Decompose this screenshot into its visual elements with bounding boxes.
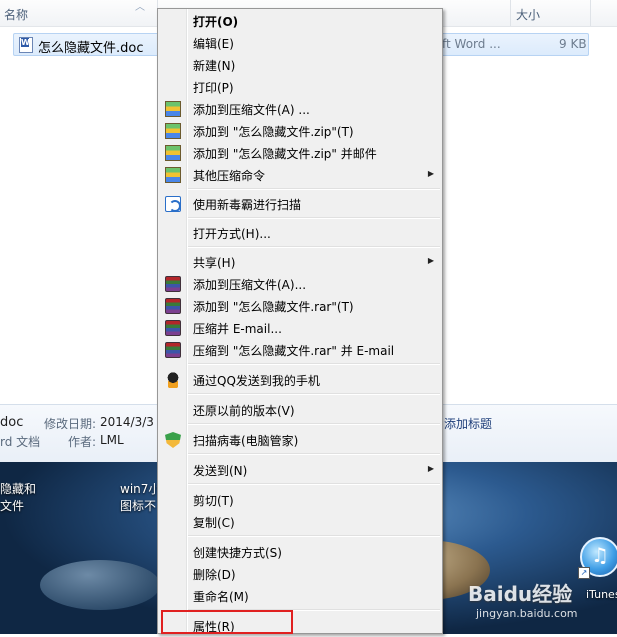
details-author-label: 作者: <box>68 435 97 449</box>
qq-penguin-icon <box>165 372 181 388</box>
details-modified-value: 2014/3/3 <box>100 415 154 429</box>
desktop-icon-label[interactable]: 图标不 <box>120 497 156 514</box>
menu-item-label: 打印(P) <box>193 81 234 95</box>
menu-separator <box>188 188 440 190</box>
menu-item-label: 压缩到 "怎么隐藏文件.rar" 并 E-mail <box>193 344 395 358</box>
menu-item-add-to-named-zip[interactable]: 添加到 "怎么隐藏文件.zip"(T) <box>160 120 440 142</box>
winrar-icon <box>165 342 181 358</box>
menu-item-add-to-rar[interactable]: 添加到压缩文件(A)... <box>160 273 440 295</box>
menu-item-label: 还原以前的版本(V) <box>193 404 295 418</box>
menu-item-open-with[interactable]: 打开方式(H)... <box>160 222 440 244</box>
zip-archive-icon <box>165 167 181 183</box>
watermark-url: jingyan.baidu.com <box>476 607 578 620</box>
file-name: 怎么隐藏文件.doc <box>38 41 144 56</box>
context-menu: 打开(O) 编辑(E) 新建(N) 打印(P) 添加到压缩文件(A) ... 添… <box>157 8 443 634</box>
menu-item-restore-versions[interactable]: 还原以前的版本(V) <box>160 399 440 421</box>
menu-separator <box>188 363 440 365</box>
pc-manager-shield-icon <box>165 432 181 448</box>
menu-item-rar-and-email[interactable]: 压缩并 E-mail... <box>160 317 440 339</box>
menu-item-add-to-zip[interactable]: 添加到压缩文件(A) ... <box>160 98 440 120</box>
menu-item-label: 添加到 "怎么隐藏文件.rar"(T) <box>193 300 354 314</box>
winrar-icon <box>165 276 181 292</box>
menu-item-create-shortcut[interactable]: 创建快捷方式(S) <box>160 541 440 563</box>
menu-separator <box>188 453 440 455</box>
menu-separator <box>188 246 440 248</box>
desktop-wallpaper-rock <box>40 560 160 610</box>
menu-item-label: 添加到 "怎么隐藏文件.zip" 并邮件 <box>193 147 377 161</box>
sort-arrow-icon: ︿ <box>135 2 145 13</box>
word-document-icon <box>19 37 33 53</box>
desktop-icon-label[interactable]: 文件 <box>0 497 24 514</box>
winrar-icon <box>165 298 181 314</box>
shortcut-arrow-icon: ↗ <box>578 567 590 579</box>
antivirus-icon <box>165 196 181 212</box>
zip-archive-icon <box>165 123 181 139</box>
menu-separator <box>188 217 440 219</box>
menu-item-label: 发送到(N) <box>193 464 248 478</box>
file-size: 9 KB <box>559 37 587 51</box>
desktop-icon-label[interactable]: 隐藏和 <box>0 480 36 497</box>
menu-separator <box>188 535 440 537</box>
menu-item-send-to[interactable]: 发送到(N) ▶ <box>160 459 440 481</box>
details-author-value[interactable]: LML <box>100 433 124 447</box>
menu-item-share[interactable]: 共享(H) ▶ <box>160 251 440 273</box>
menu-item-qq-send[interactable]: 通过QQ发送到我的手机 <box>160 369 440 391</box>
details-file-name: doc <box>0 415 24 430</box>
submenu-arrow-icon: ▶ <box>427 256 434 265</box>
submenu-arrow-icon: ▶ <box>427 464 434 473</box>
menu-item-cut[interactable]: 剪切(T) <box>160 489 440 511</box>
menu-item-label: 新建(N) <box>193 59 236 73</box>
menu-item-label: 打开(O) <box>193 15 239 29</box>
column-header-name[interactable]: 名称 <box>4 6 28 23</box>
menu-item-duba-scan[interactable]: 使用新毒霸进行扫描 <box>160 193 440 215</box>
menu-item-label: 添加到 "怎么隐藏文件.zip"(T) <box>193 125 354 139</box>
menu-item-label: 打开方式(H)... <box>193 227 271 241</box>
menu-item-zip-and-email[interactable]: 添加到 "怎么隐藏文件.zip" 并邮件 <box>160 142 440 164</box>
menu-item-copy[interactable]: 复制(C) <box>160 511 440 533</box>
menu-item-edit[interactable]: 编辑(E) <box>160 32 440 54</box>
menu-item-label: 扫描病毒(电脑管家) <box>193 434 299 448</box>
menu-item-label: 其他压缩命令 <box>193 169 266 183</box>
menu-item-label: 压缩并 E-mail... <box>193 322 282 336</box>
menu-separator <box>188 393 440 395</box>
menu-item-label: 添加到压缩文件(A)... <box>193 278 307 292</box>
menu-item-print[interactable]: 打印(P) <box>160 76 440 98</box>
properties-highlight-box <box>161 610 293 634</box>
file-type: ft Word ... <box>442 37 501 51</box>
menu-item-label: 删除(D) <box>193 568 236 582</box>
column-divider[interactable] <box>590 0 591 26</box>
menu-item-label: 添加到压缩文件(A) ... <box>193 103 310 117</box>
itunes-label[interactable]: iTunes <box>586 588 617 601</box>
menu-separator <box>188 423 440 425</box>
details-tags-field[interactable]: 添加标题 <box>444 415 492 432</box>
zip-archive-icon <box>165 101 181 117</box>
menu-item-label: 复制(C) <box>193 516 235 530</box>
submenu-arrow-icon: ▶ <box>427 169 434 178</box>
menu-item-add-to-named-rar[interactable]: 添加到 "怎么隐藏文件.rar"(T) <box>160 295 440 317</box>
details-modified-label: 修改日期: <box>44 417 97 431</box>
column-header-size[interactable]: 大小 <box>516 6 540 23</box>
menu-item-pc-manager-scan[interactable]: 扫描病毒(电脑管家) <box>160 429 440 451</box>
menu-separator <box>188 483 440 485</box>
menu-item-label: 通过QQ发送到我的手机 <box>193 374 320 388</box>
zip-archive-icon <box>165 145 181 161</box>
menu-item-label: 剪切(T) <box>193 494 234 508</box>
menu-item-new[interactable]: 新建(N) <box>160 54 440 76</box>
menu-item-other-compress[interactable]: 其他压缩命令 ▶ <box>160 164 440 186</box>
desktop-icon-label[interactable]: win7小 <box>120 480 160 497</box>
column-divider[interactable] <box>510 0 511 26</box>
menu-item-label: 创建快捷方式(S) <box>193 546 282 560</box>
winrar-icon <box>165 320 181 336</box>
menu-item-label: 编辑(E) <box>193 37 234 51</box>
menu-item-label: 重命名(M) <box>193 590 249 604</box>
menu-item-label: 共享(H) <box>193 256 236 270</box>
menu-item-open[interactable]: 打开(O) <box>160 10 440 32</box>
watermark-logo: Baidu经验 <box>468 582 573 606</box>
menu-item-delete[interactable]: 删除(D) <box>160 563 440 585</box>
details-file-type: rd 文档 <box>0 435 41 449</box>
menu-item-label: 使用新毒霸进行扫描 <box>193 198 302 212</box>
menu-item-rename[interactable]: 重命名(M) <box>160 585 440 607</box>
menu-item-rar-to-named-and-email[interactable]: 压缩到 "怎么隐藏文件.rar" 并 E-mail <box>160 339 440 361</box>
